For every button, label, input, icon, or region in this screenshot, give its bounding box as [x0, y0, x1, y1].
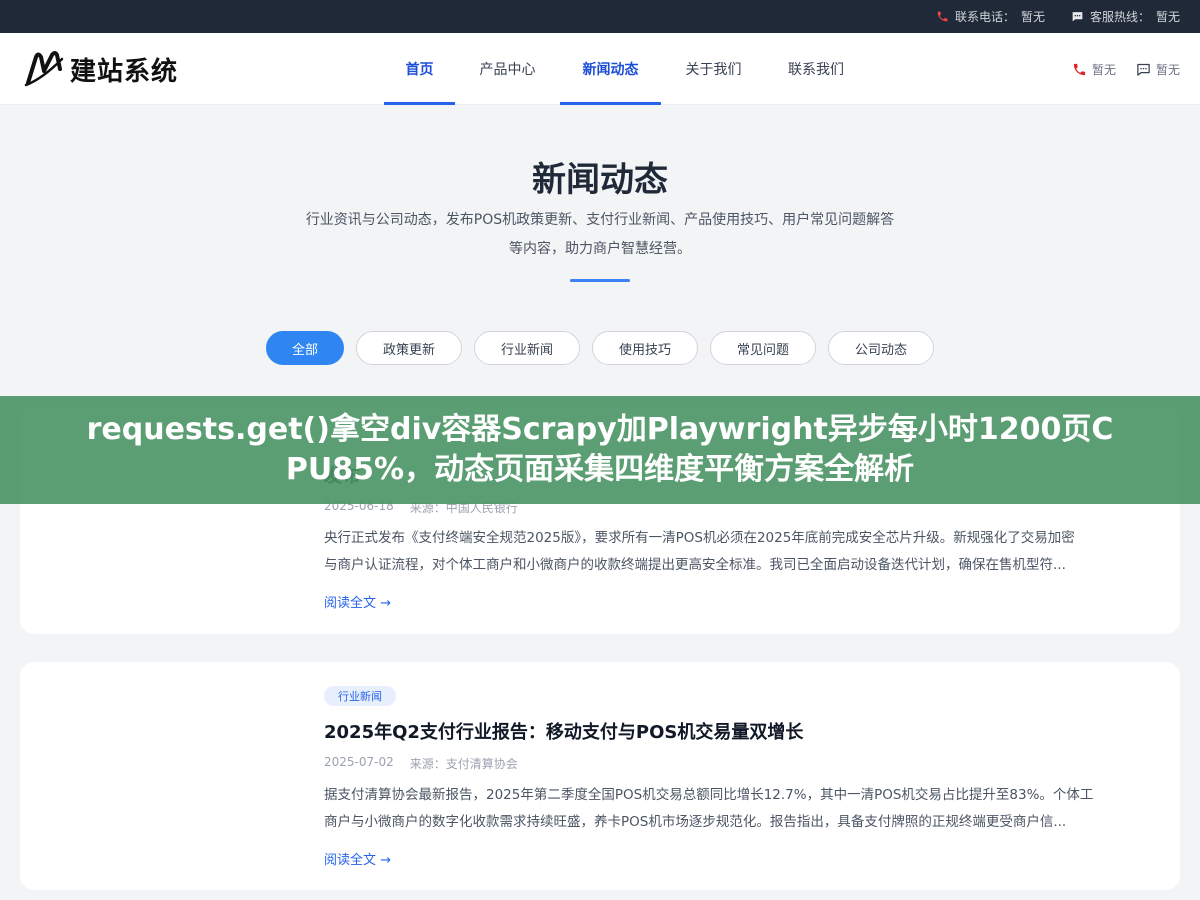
- nav-active-underline: [560, 102, 661, 105]
- site-logo[interactable]: 建站系统: [22, 49, 178, 89]
- logo-text: 建站系统: [70, 56, 179, 87]
- logo-mark-icon: [24, 51, 64, 87]
- page-description-line: 行业资讯与公司动态，发布POS机政策更新、支付行业新闻、产品使用技巧、用户常见问…: [305, 212, 895, 228]
- nav-item-label: 新闻动态: [582, 62, 639, 78]
- filter-industry-news[interactable]: 行业新闻: [474, 331, 580, 365]
- filter-all[interactable]: 全部: [266, 331, 344, 365]
- page-description-line: 等内容，助力商户智慧经营。: [509, 241, 691, 257]
- nav-item-products[interactable]: 产品中心: [455, 33, 560, 105]
- filter-tips[interactable]: 使用技巧: [592, 331, 698, 365]
- filter-company-news[interactable]: 公司动态: [828, 331, 934, 365]
- article-excerpt-line: 据支付清算协会最新报告，2025年第二季度全国POS机交易总额同比增长12.7%…: [324, 787, 1094, 803]
- nav-item-about[interactable]: 关于我们: [661, 33, 766, 105]
- read-more-link[interactable]: 阅读全文 →: [324, 849, 391, 868]
- chat-icon: [1137, 63, 1150, 76]
- topbar-phone-label: 联系电话：: [954, 10, 1015, 24]
- article-card[interactable]: 行业新闻 2025年Q2支付行业报告：移动支付与POS机交易量双增长 2025-…: [20, 662, 1180, 890]
- nav-item-contact[interactable]: 联系我们: [766, 33, 866, 105]
- nav-item-home[interactable]: 首页: [384, 33, 455, 105]
- topbar-hotline-label: 客服热线：: [1089, 10, 1150, 24]
- banner-line: PU85%，动态页面采集四维度平衡方案全解析: [285, 452, 915, 487]
- header-chat[interactable]: 暂无: [1136, 61, 1180, 78]
- nav-active-underline: [384, 102, 455, 105]
- top-bar: 联系电话： 暂无 客服热线： 暂无: [0, 0, 1200, 33]
- article-excerpt: 央行正式发布《支付终端安全规范2025版》，要求所有一清POS机必须在2025年…: [324, 525, 1160, 579]
- article-meta: 2025-07-02 来源：支付清算协会: [324, 755, 518, 772]
- category-filters: 全部 政策更新 行业新闻 使用技巧 常见问题 公司动态: [266, 331, 934, 365]
- overlay-headline-banner: requests.get()拿空div容器Scrapy加Playwright异步…: [0, 396, 1200, 504]
- topbar-hotline-value: 暂无: [1155, 10, 1180, 24]
- header-phone-value: 暂无: [1091, 63, 1116, 77]
- filter-policy-updates[interactable]: 政策更新: [356, 331, 462, 365]
- nav-item-label: 关于我们: [685, 62, 742, 78]
- article-excerpt: 据支付清算协会最新报告，2025年第二季度全国POS机交易总额同比增长12.7%…: [324, 782, 1160, 836]
- article-excerpt-line: 央行正式发布《支付终端安全规范2025版》，要求所有一清POS机必须在2025年…: [324, 530, 1075, 546]
- article-excerpt-line: 与商户认证流程，对个体工商户和小微商户的收款终端提出更高安全标准。我司已全面启动…: [324, 557, 1066, 573]
- article-category-tag: 行业新闻: [324, 686, 396, 706]
- topbar-hotline: 客服热线： 暂无: [1071, 8, 1180, 25]
- header-phone[interactable]: 暂无: [1072, 61, 1116, 78]
- article-date: 2025-07-02: [324, 755, 394, 769]
- topbar-phone: 联系电话： 暂无: [936, 8, 1045, 25]
- header-contact: 暂无 暂无: [1072, 61, 1180, 78]
- main-nav: 首页 产品中心 新闻动态 关于我们 联系我们: [384, 33, 866, 105]
- nav-item-label: 产品中心: [479, 62, 536, 78]
- title-divider: [570, 279, 630, 282]
- article-source: 来源：支付清算协会: [409, 757, 518, 771]
- page-title: 新闻动态: [532, 160, 668, 200]
- nav-item-news[interactable]: 新闻动态: [560, 33, 661, 105]
- article-excerpt-line: 商户与小微商户的数字化收款需求持续旺盛，养卡POS机市场逐步规范化。报告指出，具…: [324, 814, 1067, 830]
- header-chat-value: 暂无: [1155, 63, 1180, 77]
- banner-line: requests.get()拿空div容器Scrapy加Playwright异步…: [86, 412, 1114, 447]
- nav-item-label: 联系我们: [788, 62, 844, 78]
- phone-icon: [937, 11, 948, 22]
- chat-icon: [1072, 12, 1083, 22]
- read-more-link[interactable]: 阅读全文 →: [324, 592, 391, 611]
- filter-faq[interactable]: 常见问题: [710, 331, 816, 365]
- nav-item-label: 首页: [405, 62, 434, 78]
- page-description: 行业资讯与公司动态，发布POS机政策更新、支付行业新闻、产品使用技巧、用户常见问…: [260, 206, 940, 264]
- phone-icon: [1073, 63, 1086, 76]
- article-title[interactable]: 2025年Q2支付行业报告：移动支付与POS机交易量双增长: [324, 718, 803, 744]
- topbar-phone-value: 暂无: [1020, 10, 1045, 24]
- site-header: 建站系统 首页 产品中心 新闻动态 关于我们 联系我们 暂无 暂无: [0, 33, 1200, 105]
